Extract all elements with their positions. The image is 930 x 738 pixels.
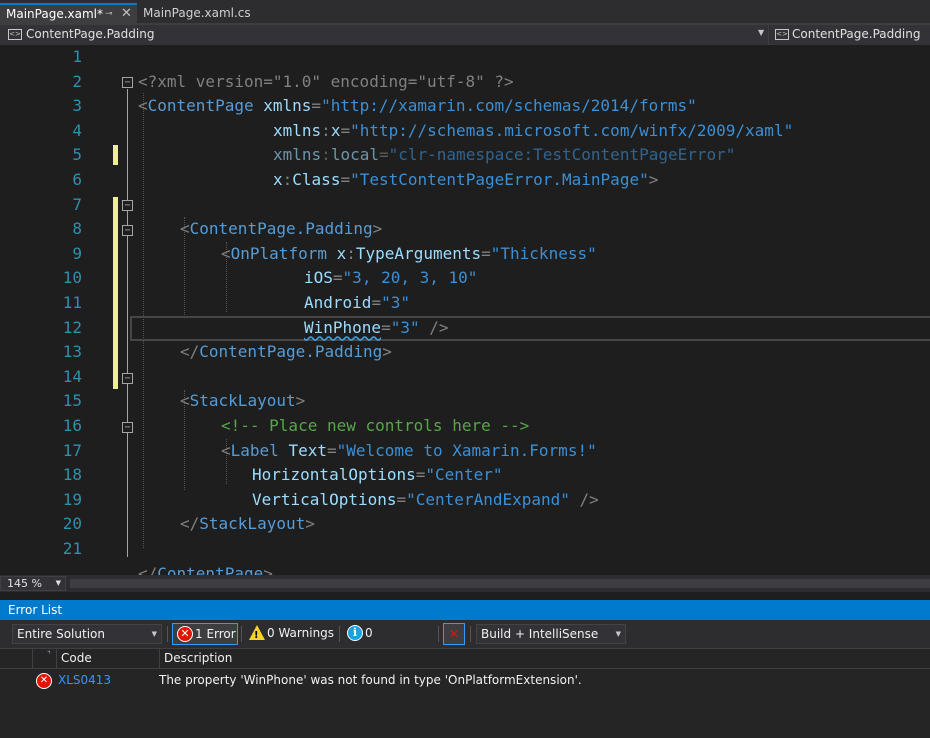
chevron-down-icon: ▼ (758, 28, 765, 37)
build-filter-value: Build + IntelliSense (481, 627, 599, 641)
code-line[interactable]: <ContentPage xmlns="http://xamarin.com/s… (0, 70, 930, 115)
error-icon: ✕ (177, 626, 193, 642)
element-dropdown-label: ContentPage.Padding (792, 27, 921, 41)
xml-value: "TestContentPageError.MainPage" (350, 169, 649, 189)
code-line[interactable]: <!-- Place new controls here --> (0, 389, 930, 435)
toolbar-separator (438, 626, 439, 642)
column-header-sort[interactable]: ⌝ (32, 649, 56, 668)
messages-filter-button[interactable]: i 0 Messages (343, 623, 435, 660)
navigation-bar: <> ContentPage.Padding ▼ <> ContentPage.… (0, 25, 930, 45)
code-line[interactable]: </StackLayout> (0, 488, 930, 533)
info-icon: i (347, 625, 363, 641)
code-line[interactable]: x:Class="TestContentPageError.MainPage"> (0, 143, 930, 189)
column-header-description-label: Description (164, 651, 233, 665)
toolbar-separator (241, 626, 242, 642)
tab-label: MainPage.xaml* (6, 7, 103, 21)
tab-mainpage-xaml[interactable]: MainPage.xaml* ⊸ ✕ (0, 3, 137, 24)
element-dropdown-label: ContentPage.Padding (26, 27, 155, 41)
element-dropdown-left[interactable]: <> ContentPage.Padding ▼ (0, 25, 769, 45)
element-dropdown-right[interactable]: <> ContentPage.Padding (770, 25, 930, 45)
column-header-icon[interactable] (0, 649, 32, 668)
code-editor[interactable]: − − − − − 1 2 3 4 5 6 7 8 9 10 11 12 13 … (0, 45, 930, 575)
zoom-dropdown[interactable]: 145 % ▼ (0, 576, 66, 591)
xml-tag: StackLayout (199, 514, 306, 534)
warning-icon: ! (249, 625, 265, 641)
pin-icon[interactable]: ⊸ (105, 5, 113, 24)
code-line[interactable]: <ContentPage.Padding> (0, 193, 930, 238)
code-line[interactable]: Android="3" (0, 266, 930, 312)
errors-count-label: 1 Error (195, 627, 236, 641)
error-description: The property 'WinPhone' was not found in… (159, 673, 582, 687)
close-icon[interactable]: ✕ (121, 4, 132, 23)
tab-mainpage-xaml-cs[interactable]: MainPage.xaml.cs (137, 3, 257, 24)
element-icon: <> (775, 29, 789, 40)
sort-icon: ⌝ (47, 650, 51, 659)
toolbar-separator (470, 626, 471, 642)
code-line[interactable]: xmlns:x="http://schemas.microsoft.com/wi… (0, 94, 930, 140)
column-header-description[interactable]: Description (159, 649, 930, 668)
zoom-value: 145 % (7, 577, 42, 590)
code-line[interactable]: <?xml version="1.0" encoding="utf-8" ?> (0, 45, 930, 91)
error-icon: ✕ (36, 673, 52, 689)
scope-dropdown[interactable]: Entire Solution ▼ (12, 624, 162, 644)
warnings-filter-button[interactable]: ! 0 Warnings (245, 623, 335, 645)
table-row[interactable]: ✕ XLS0413 The property 'WinPhone' was no… (0, 671, 930, 691)
code-line[interactable]: WinPhone="3" /> (0, 291, 930, 337)
code-line[interactable]: </ContentPage> (0, 537, 930, 575)
code-line[interactable]: HorizontalOptions="Center" (0, 439, 930, 484)
xml-attribute: Class (292, 169, 341, 189)
xml-tag: ContentPage (157, 563, 264, 575)
warnings-count-label: 0 Warnings (267, 626, 335, 640)
column-header-code-label: Code (61, 651, 92, 665)
element-icon: <> (8, 29, 22, 40)
error-list-title[interactable]: Error List (0, 600, 930, 620)
code-line[interactable]: iOS="3, 20, 3, 10" (0, 242, 930, 287)
code-line[interactable]: </ContentPage.Padding> (0, 316, 930, 361)
code-line[interactable]: <OnPlatform x:TypeArguments="Thickness" (0, 217, 930, 263)
error-code-link[interactable]: XLS0413 (58, 673, 111, 687)
document-tab-bar: MainPage.xaml* ⊸ ✕ MainPage.xaml.cs (0, 0, 930, 24)
editor-status-bar: 145 % ▼ (0, 575, 930, 592)
xml-attribute: x (273, 169, 283, 189)
horizontal-scrollbar[interactable] (70, 579, 930, 588)
build-filter-dropdown[interactable]: Build + IntelliSense ▼ (476, 624, 626, 644)
toolbar-separator (167, 626, 168, 642)
error-list-header: ⌝ Code Description (0, 648, 930, 669)
error-list-body: ✕ XLS0413 The property 'WinPhone' was no… (0, 669, 930, 738)
filter-icon[interactable]: ✕ (443, 623, 465, 645)
code-line[interactable]: <StackLayout> (0, 365, 930, 410)
error-list-toolbar: Entire Solution ▼ ✕ 1 Error ! 0 Warnings… (0, 620, 930, 660)
xml-tag: ContentPage.Padding (199, 342, 383, 362)
errors-filter-button[interactable]: ✕ 1 Error (172, 623, 238, 645)
code-line[interactable]: VerticalOptions="CenterAndExpand" /> (0, 463, 930, 509)
chevron-down-icon: ▼ (615, 630, 621, 638)
code-line[interactable]: xmlns:local="clr-namespace:TestContentPa… (0, 119, 930, 164)
toolbar-separator (339, 626, 340, 642)
code-line[interactable]: <Label Text="Welcome to Xamarin.Forms!" (0, 414, 930, 460)
tab-label: MainPage.xaml.cs (143, 6, 251, 20)
chevron-down-icon: ▼ (151, 630, 157, 638)
chevron-down-icon: ▼ (55, 579, 61, 587)
scope-value: Entire Solution (17, 627, 105, 641)
column-header-code[interactable]: Code (56, 649, 159, 668)
